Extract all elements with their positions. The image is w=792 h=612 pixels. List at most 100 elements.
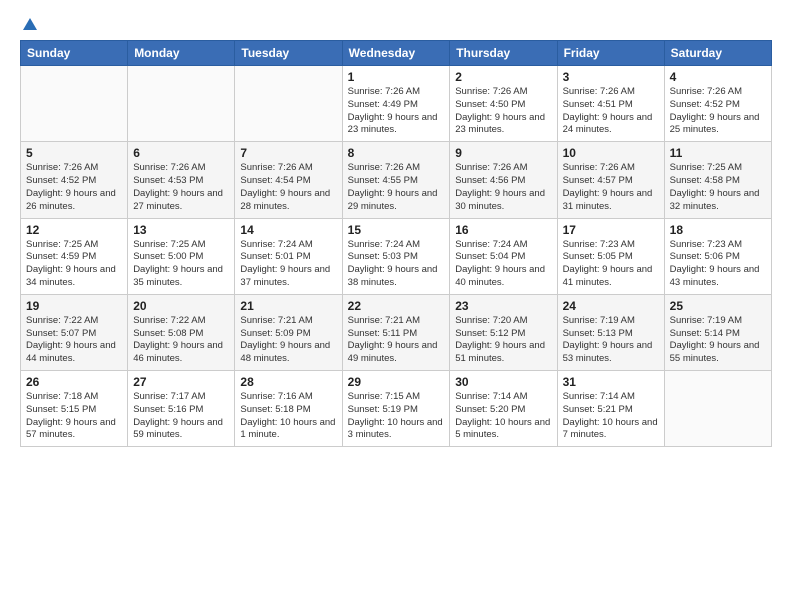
weekday-header-wednesday: Wednesday <box>342 41 450 66</box>
calendar-cell: 4 Sunrise: 7:26 AM Sunset: 4:52 PM Daylig… <box>664 66 771 142</box>
calendar-cell: 13 Sunrise: 7:25 AM Sunset: 5:00 PM Dayli… <box>128 218 235 294</box>
day-number: 18 <box>670 223 766 237</box>
day-info: Sunrise: 7:26 AM Sunset: 4:49 PM Dayligh… <box>348 86 445 137</box>
calendar-cell: 3 Sunrise: 7:26 AM Sunset: 4:51 PM Daylig… <box>557 66 664 142</box>
day-number: 8 <box>348 146 445 160</box>
weekday-header-saturday: Saturday <box>664 41 771 66</box>
calendar-cell: 24 Sunrise: 7:19 AM Sunset: 5:13 PM Dayli… <box>557 294 664 370</box>
calendar-cell: 18 Sunrise: 7:23 AM Sunset: 5:06 PM Dayli… <box>664 218 771 294</box>
day-info: Sunrise: 7:25 AM Sunset: 5:00 PM Dayligh… <box>133 239 229 290</box>
day-number: 6 <box>133 146 229 160</box>
day-info: Sunrise: 7:22 AM Sunset: 5:08 PM Dayligh… <box>133 315 229 366</box>
calendar-cell: 15 Sunrise: 7:24 AM Sunset: 5:03 PM Dayli… <box>342 218 450 294</box>
day-info: Sunrise: 7:24 AM Sunset: 5:03 PM Dayligh… <box>348 239 445 290</box>
calendar-cell: 25 Sunrise: 7:19 AM Sunset: 5:14 PM Dayli… <box>664 294 771 370</box>
day-number: 2 <box>455 70 551 84</box>
weekday-header-row: SundayMondayTuesdayWednesdayThursdayFrid… <box>21 41 772 66</box>
week-row-3: 12Sunrise: 7:25 AM Sunset: 4:59 PM Dayli… <box>21 218 772 294</box>
calendar-cell <box>235 66 342 142</box>
day-info: Sunrise: 7:14 AM Sunset: 5:20 PM Dayligh… <box>455 391 551 442</box>
day-info: Sunrise: 7:26 AM Sunset: 4:56 PM Dayligh… <box>455 162 551 213</box>
day-info: Sunrise: 7:24 AM Sunset: 5:01 PM Dayligh… <box>240 239 336 290</box>
day-info: Sunrise: 7:26 AM Sunset: 4:57 PM Dayligh… <box>563 162 659 213</box>
day-info: Sunrise: 7:21 AM Sunset: 5:11 PM Dayligh… <box>348 315 445 366</box>
day-info: Sunrise: 7:26 AM Sunset: 4:51 PM Dayligh… <box>563 86 659 137</box>
weekday-header-tuesday: Tuesday <box>235 41 342 66</box>
day-info: Sunrise: 7:26 AM Sunset: 4:54 PM Dayligh… <box>240 162 336 213</box>
calendar-cell: 28 Sunrise: 7:16 AM Sunset: 5:18 PM Dayli… <box>235 371 342 447</box>
day-number: 21 <box>240 299 336 313</box>
week-row-4: 19 Sunrise: 7:22 AM Sunset: 5:07 PM Dayli… <box>21 294 772 370</box>
day-info: Sunrise: 7:21 AM Sunset: 5:09 PM Dayligh… <box>240 315 336 366</box>
day-info: Sunrise: 7:26 AM Sunset: 4:52 PM Dayligh… <box>670 86 766 137</box>
calendar-cell: 1 Sunrise: 7:26 AM Sunset: 4:49 PM Daylig… <box>342 66 450 142</box>
calendar-cell: 19 Sunrise: 7:22 AM Sunset: 5:07 PM Dayli… <box>21 294 128 370</box>
day-info: Sunrise: 7:16 AM Sunset: 5:18 PM Dayligh… <box>240 391 336 442</box>
day-number: 23 <box>455 299 551 313</box>
day-number: 9 <box>455 146 551 160</box>
calendar-cell: 23 Sunrise: 7:20 AM Sunset: 5:12 PM Dayli… <box>450 294 557 370</box>
day-number: 27 <box>133 375 229 389</box>
day-number: 31 <box>563 375 659 389</box>
day-number: 26 <box>26 375 122 389</box>
page-header <box>20 16 772 30</box>
day-number: 16 <box>455 223 551 237</box>
day-number: 14 <box>240 223 336 237</box>
week-row-1: 1 Sunrise: 7:26 AM Sunset: 4:49 PM Daylig… <box>21 66 772 142</box>
day-info: Sunrise: 7:24 AM Sunset: 5:04 PM Dayligh… <box>455 239 551 290</box>
day-number: 3 <box>563 70 659 84</box>
day-info: Sunrise: 7:26 AM Sunset: 4:55 PM Dayligh… <box>348 162 445 213</box>
calendar-cell: 16 Sunrise: 7:24 AM Sunset: 5:04 PM Dayli… <box>450 218 557 294</box>
day-info: Sunrise: 7:17 AM Sunset: 5:16 PM Dayligh… <box>133 391 229 442</box>
day-number: 22 <box>348 299 445 313</box>
day-info: Sunrise: 7:15 AM Sunset: 5:19 PM Dayligh… <box>348 391 445 442</box>
day-info: Sunrise: 7:19 AM Sunset: 5:13 PM Dayligh… <box>563 315 659 366</box>
day-info: Sunrise: 7:19 AM Sunset: 5:14 PM Dayligh… <box>670 315 766 366</box>
day-number: 19 <box>26 299 122 313</box>
day-info: Sunrise: 7:25 AM Sunset: 4:59 PM Dayligh… <box>26 239 122 290</box>
calendar-cell: 7 Sunrise: 7:26 AM Sunset: 4:54 PM Daylig… <box>235 142 342 218</box>
day-number: 10 <box>563 146 659 160</box>
logo <box>20 16 40 30</box>
day-info: Sunrise: 7:14 AM Sunset: 5:21 PM Dayligh… <box>563 391 659 442</box>
week-row-2: 5Sunrise: 7:26 AM Sunset: 4:52 PM Daylig… <box>21 142 772 218</box>
weekday-header-sunday: Sunday <box>21 41 128 66</box>
day-info: Sunrise: 7:26 AM Sunset: 4:50 PM Dayligh… <box>455 86 551 137</box>
day-number: 28 <box>240 375 336 389</box>
day-info: Sunrise: 7:25 AM Sunset: 4:58 PM Dayligh… <box>670 162 766 213</box>
day-number: 7 <box>240 146 336 160</box>
calendar-cell <box>664 371 771 447</box>
calendar-cell: 2 Sunrise: 7:26 AM Sunset: 4:50 PM Daylig… <box>450 66 557 142</box>
day-number: 1 <box>348 70 445 84</box>
day-number: 30 <box>455 375 551 389</box>
day-number: 4 <box>670 70 766 84</box>
calendar-cell: 29Sunrise: 7:15 AM Sunset: 5:19 PM Dayli… <box>342 371 450 447</box>
calendar-cell: 9 Sunrise: 7:26 AM Sunset: 4:56 PM Daylig… <box>450 142 557 218</box>
day-number: 17 <box>563 223 659 237</box>
calendar-cell: 11Sunrise: 7:25 AM Sunset: 4:58 PM Dayli… <box>664 142 771 218</box>
day-info: Sunrise: 7:20 AM Sunset: 5:12 PM Dayligh… <box>455 315 551 366</box>
day-number: 15 <box>348 223 445 237</box>
logo-icon <box>21 16 39 34</box>
weekday-header-thursday: Thursday <box>450 41 557 66</box>
calendar-table: SundayMondayTuesdayWednesdayThursdayFrid… <box>20 40 772 447</box>
calendar-cell: 30 Sunrise: 7:14 AM Sunset: 5:20 PM Dayli… <box>450 371 557 447</box>
calendar-cell <box>21 66 128 142</box>
day-info: Sunrise: 7:23 AM Sunset: 5:06 PM Dayligh… <box>670 239 766 290</box>
calendar-cell: 31 Sunrise: 7:14 AM Sunset: 5:21 PM Dayli… <box>557 371 664 447</box>
day-info: Sunrise: 7:18 AM Sunset: 5:15 PM Dayligh… <box>26 391 122 442</box>
day-number: 24 <box>563 299 659 313</box>
day-info: Sunrise: 7:22 AM Sunset: 5:07 PM Dayligh… <box>26 315 122 366</box>
calendar-cell: 21 Sunrise: 7:21 AM Sunset: 5:09 PM Dayli… <box>235 294 342 370</box>
calendar-cell <box>128 66 235 142</box>
day-number: 25 <box>670 299 766 313</box>
day-info: Sunrise: 7:26 AM Sunset: 4:52 PM Dayligh… <box>26 162 122 213</box>
calendar-page: SundayMondayTuesdayWednesdayThursdayFrid… <box>0 0 792 463</box>
calendar-cell: 10 Sunrise: 7:26 AM Sunset: 4:57 PM Dayli… <box>557 142 664 218</box>
week-row-5: 26 Sunrise: 7:18 AM Sunset: 5:15 PM Dayli… <box>21 371 772 447</box>
weekday-header-friday: Friday <box>557 41 664 66</box>
day-number: 13 <box>133 223 229 237</box>
calendar-cell: 22 Sunrise: 7:21 AM Sunset: 5:11 PM Dayli… <box>342 294 450 370</box>
calendar-cell: 14 Sunrise: 7:24 AM Sunset: 5:01 PM Dayli… <box>235 218 342 294</box>
calendar-cell: 20Sunrise: 7:22 AM Sunset: 5:08 PM Dayli… <box>128 294 235 370</box>
